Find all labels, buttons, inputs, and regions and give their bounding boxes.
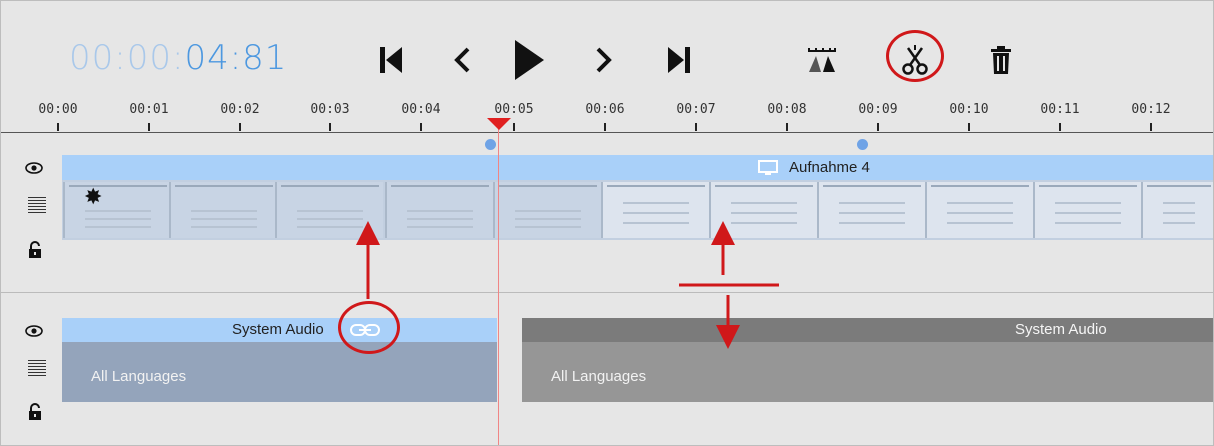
timecode-elapsed-dim: 00:00: bbox=[69, 38, 185, 78]
play-button[interactable] bbox=[511, 39, 547, 81]
skip-end-icon bbox=[668, 47, 690, 73]
ruler-label: 00:07 bbox=[676, 102, 716, 117]
video-thumbnail bbox=[925, 182, 1033, 238]
chevron-left-icon bbox=[454, 47, 470, 73]
time-ruler[interactable]: 00:00 00:01 00:02 00:03 00:04 00:05 00:0… bbox=[1, 97, 1213, 133]
marker[interactable] bbox=[485, 139, 496, 150]
ruler-label: 00:12 bbox=[1131, 102, 1171, 117]
ruler-baseline bbox=[1, 132, 1213, 133]
split-annotation-circle bbox=[886, 30, 944, 82]
monitor-icon bbox=[758, 160, 778, 181]
video-thumbnail bbox=[169, 182, 277, 238]
timecode-display: 00:00:04:81 bbox=[69, 38, 287, 78]
ruler-label: 00:02 bbox=[220, 102, 260, 117]
marker[interactable] bbox=[857, 139, 868, 150]
video-thumbnail bbox=[817, 182, 925, 238]
ruler-label: 00:09 bbox=[858, 102, 898, 117]
audio-clip-title: System Audio bbox=[232, 321, 324, 338]
video-thumbnail bbox=[1033, 182, 1141, 238]
audio-clip-header[interactable] bbox=[522, 318, 1213, 342]
video-thumbnail bbox=[601, 182, 709, 238]
audio-language: All Languages bbox=[551, 368, 647, 385]
ruler-label: 00:05 bbox=[494, 102, 534, 117]
ruler-marker-icon bbox=[808, 48, 836, 72]
video-clip-title: Aufnahme 4 bbox=[789, 159, 870, 176]
ruler-label: 00:10 bbox=[949, 102, 989, 117]
eye-icon[interactable] bbox=[25, 161, 43, 178]
video-clip-header[interactable] bbox=[62, 155, 1213, 180]
playhead[interactable] bbox=[487, 118, 511, 130]
lock-icon[interactable] bbox=[28, 403, 42, 425]
video-thumbnail bbox=[1141, 182, 1213, 238]
video-thumbnail bbox=[63, 182, 171, 238]
timecode-elapsed-bright: 04:81 bbox=[184, 38, 288, 78]
track-lines-icon[interactable] bbox=[28, 360, 46, 378]
skip-to-end-button[interactable] bbox=[661, 39, 697, 81]
play-icon bbox=[515, 40, 544, 80]
video-thumbnail bbox=[493, 182, 601, 238]
eye-icon[interactable] bbox=[25, 324, 43, 341]
video-thumbnail bbox=[385, 182, 493, 238]
video-thumbnail bbox=[275, 182, 383, 238]
ruler-label: 00:11 bbox=[1040, 102, 1080, 117]
delete-button[interactable] bbox=[983, 39, 1019, 81]
lock-icon[interactable] bbox=[28, 241, 42, 263]
skip-to-start-button[interactable] bbox=[373, 39, 409, 81]
timeline-editor: 00:00:04:81 00:00 00:01 00:02 00:03 00:0… bbox=[0, 0, 1214, 446]
ruler-label: 00:04 bbox=[401, 102, 441, 117]
trash-icon bbox=[991, 46, 1011, 74]
video-thumbnail bbox=[709, 182, 817, 238]
chevron-right-icon bbox=[596, 47, 612, 73]
audio-clip-title: System Audio bbox=[1015, 321, 1107, 338]
snap-button[interactable] bbox=[804, 39, 840, 81]
ruler-label: 00:00 bbox=[38, 102, 78, 117]
ruler-label: 00:06 bbox=[585, 102, 625, 117]
audio-language: All Languages bbox=[91, 368, 187, 385]
ruler-label: 00:08 bbox=[767, 102, 807, 117]
skip-start-icon bbox=[380, 47, 402, 73]
track-separator bbox=[1, 292, 1213, 293]
previous-frame-button[interactable] bbox=[444, 39, 480, 81]
ruler-label: 00:01 bbox=[129, 102, 169, 117]
track-lines-icon[interactable] bbox=[28, 197, 46, 215]
ruler-label: 00:03 bbox=[310, 102, 350, 117]
gear-icon[interactable]: ✸ bbox=[84, 184, 102, 210]
playhead-line[interactable] bbox=[498, 129, 499, 445]
next-frame-button[interactable] bbox=[586, 39, 622, 81]
link-annotation-circle bbox=[338, 301, 400, 354]
